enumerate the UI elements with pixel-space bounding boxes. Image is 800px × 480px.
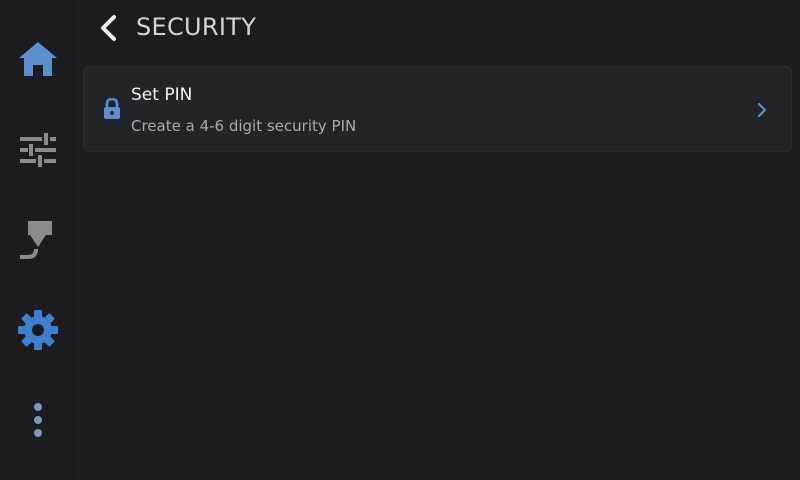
- sidebar-item-settings[interactable]: [0, 285, 76, 375]
- gear-icon: [18, 310, 58, 350]
- extruder-icon: [20, 221, 52, 259]
- chevron-right-icon: [757, 102, 767, 118]
- page-title: SECURITY: [136, 13, 257, 41]
- more-vertical-icon: [34, 403, 42, 437]
- home-icon: [19, 42, 57, 76]
- sidebar-item-tune[interactable]: [0, 105, 76, 195]
- sliders-icon: [20, 133, 56, 167]
- sidebar-item-home[interactable]: [0, 14, 76, 104]
- sidebar-item-extrude[interactable]: [0, 195, 76, 285]
- back-button[interactable]: [92, 12, 124, 44]
- lock-icon: [104, 98, 120, 119]
- sidebar-item-more[interactable]: [0, 375, 76, 465]
- set-pin-item[interactable]: Set PIN Create a 4-6 digit security PIN: [83, 66, 792, 152]
- header: SECURITY: [78, 0, 800, 58]
- setting-title: Set PIN: [131, 85, 193, 105]
- chevron-left-icon: [101, 15, 116, 41]
- screen: SECURITY Set PIN Create a 4-6 digit secu…: [0, 0, 800, 480]
- sidebar-nav: [0, 0, 79, 480]
- setting-subtitle: Create a 4-6 digit security PIN: [131, 117, 357, 135]
